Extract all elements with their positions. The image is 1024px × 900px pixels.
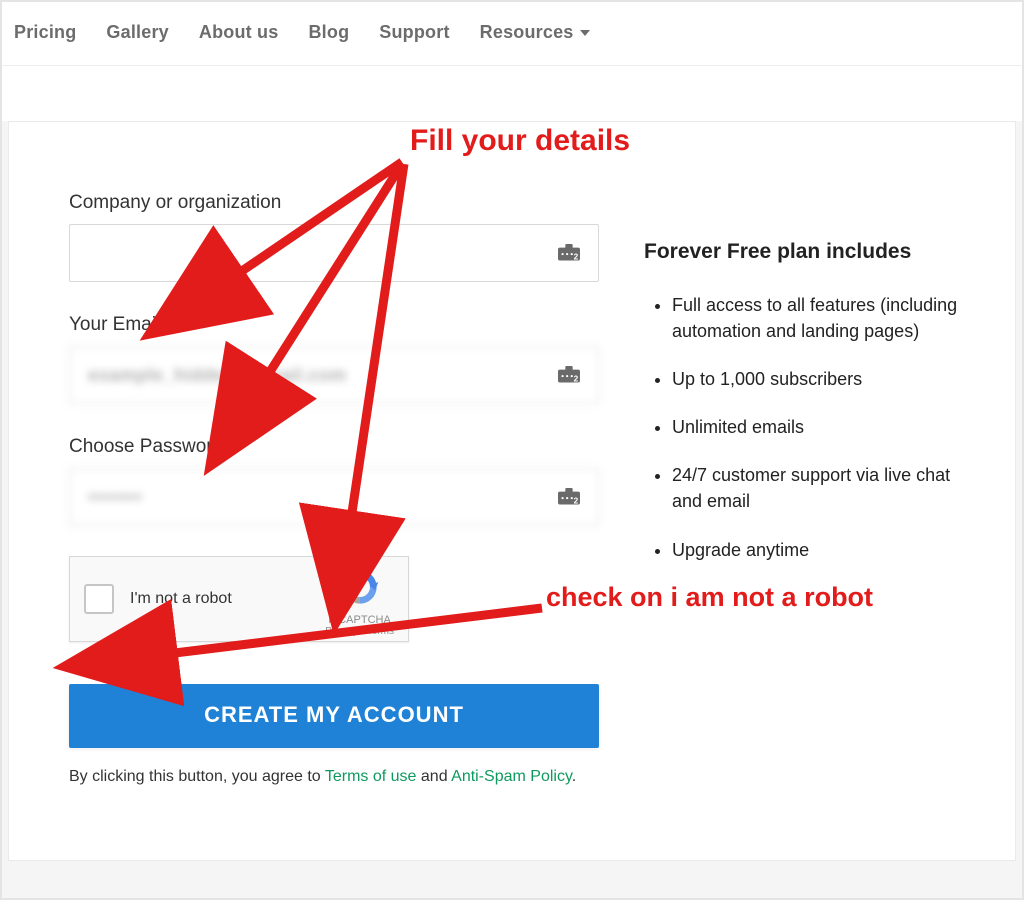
plan-item: Up to 1,000 subscribers bbox=[672, 366, 985, 392]
svg-text:2: 2 bbox=[574, 253, 579, 262]
recaptcha-logo-block: reCAPTCHA Privacy - Terms bbox=[325, 567, 394, 637]
window-frame: Pricing Gallery About us Blog Support Re… bbox=[0, 0, 1024, 900]
plan-column: Forever Free plan includes Full access t… bbox=[604, 122, 1015, 860]
terms-line: By clicking this button, you agree to Te… bbox=[69, 768, 594, 786]
content-outer: Company or organization 2 Your Email 2 bbox=[2, 121, 1022, 900]
recaptcha-privacy-link[interactable]: Privacy bbox=[325, 626, 358, 637]
email-field-group: Your Email 2 bbox=[69, 314, 594, 404]
nav-resources-label: Resources bbox=[480, 22, 574, 43]
plan-item: 24/7 customer support via live chat and … bbox=[672, 462, 985, 514]
terms-prefix: By clicking this button, you agree to bbox=[69, 768, 325, 785]
nav-gallery[interactable]: Gallery bbox=[106, 22, 168, 43]
recaptcha-label: I'm not a robot bbox=[130, 590, 232, 608]
terms-suffix: . bbox=[572, 768, 576, 785]
password-input[interactable] bbox=[69, 468, 599, 526]
nav-support[interactable]: Support bbox=[379, 22, 449, 43]
terms-middle: and bbox=[416, 768, 451, 785]
svg-text:2: 2 bbox=[574, 497, 579, 506]
plan-title: Forever Free plan includes bbox=[644, 240, 985, 264]
top-nav: Pricing Gallery About us Blog Support Re… bbox=[2, 2, 1022, 66]
email-input[interactable] bbox=[69, 346, 599, 404]
recaptcha-links: Privacy - Terms bbox=[325, 626, 394, 637]
plan-item: Unlimited emails bbox=[672, 414, 985, 440]
signup-panel: Company or organization 2 Your Email 2 bbox=[8, 121, 1016, 861]
nav-pricing[interactable]: Pricing bbox=[14, 22, 76, 43]
terms-of-use-link[interactable]: Terms of use bbox=[325, 768, 417, 785]
plan-item: Upgrade anytime bbox=[672, 537, 985, 563]
anti-spam-link[interactable]: Anti-Spam Policy bbox=[451, 768, 572, 785]
chevron-down-icon bbox=[580, 30, 590, 36]
recaptcha-checkbox[interactable] bbox=[84, 584, 114, 614]
nav-about-us[interactable]: About us bbox=[199, 22, 279, 43]
nav-resources[interactable]: Resources bbox=[480, 22, 590, 43]
recaptcha-brand: reCAPTCHA bbox=[325, 614, 394, 626]
recaptcha-widget: I'm not a robot reCAPTCHA Privacy - Term… bbox=[69, 556, 409, 642]
company-input[interactable] bbox=[69, 224, 599, 282]
nav-blog[interactable]: Blog bbox=[308, 22, 349, 43]
password-manager-icon[interactable]: 2 bbox=[558, 366, 580, 384]
plan-item: Full access to all features (including a… bbox=[672, 292, 985, 344]
recaptcha-terms-link[interactable]: Terms bbox=[367, 626, 394, 637]
recaptcha-icon bbox=[340, 567, 380, 607]
password-manager-icon[interactable]: 2 bbox=[558, 244, 580, 262]
company-field-group: Company or organization 2 bbox=[69, 192, 594, 282]
password-field-group: Choose Password 2 bbox=[69, 436, 594, 526]
password-manager-icon[interactable]: 2 bbox=[558, 488, 580, 506]
company-label: Company or organization bbox=[69, 192, 594, 214]
form-column: Company or organization 2 Your Email 2 bbox=[9, 122, 604, 860]
password-label: Choose Password bbox=[69, 436, 594, 458]
svg-text:2: 2 bbox=[574, 375, 579, 384]
create-account-button[interactable]: CREATE MY ACCOUNT bbox=[69, 684, 599, 746]
email-label: Your Email bbox=[69, 314, 594, 336]
plan-list: Full access to all features (including a… bbox=[644, 292, 985, 563]
